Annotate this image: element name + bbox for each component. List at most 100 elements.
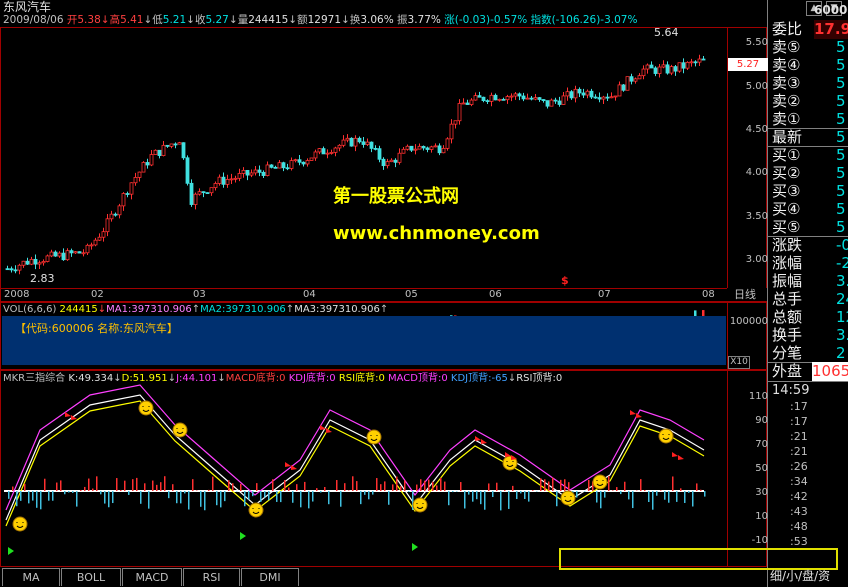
macd-bar (444, 481, 446, 491)
trade-time: 14:59 (772, 383, 810, 398)
signal-smiley-icon (592, 474, 608, 490)
tab-macd[interactable]: MACD (122, 568, 182, 586)
candle-body (73, 251, 78, 254)
quote-value: 2444 (836, 290, 848, 308)
current-price-tag: 5.27 (728, 58, 768, 71)
tab-ma[interactable]: MA (2, 568, 60, 586)
candle-body (409, 145, 414, 151)
candle-body (509, 95, 514, 98)
macd-bar (320, 491, 322, 493)
candle-body (165, 144, 170, 147)
candle-body (557, 100, 562, 105)
candle-body (37, 262, 42, 265)
quote-label: 卖③ (772, 74, 801, 92)
candle-body (437, 145, 442, 154)
candle-body (457, 103, 462, 122)
bottom-tabs[interactable]: 细/小/盘/资 (770, 570, 830, 583)
macd-bar (16, 491, 18, 507)
macd-bar (440, 477, 442, 491)
tab-rsi[interactable]: RSI (183, 568, 240, 586)
candle-body (473, 95, 478, 101)
candle-body (545, 100, 550, 107)
candle-body (569, 91, 574, 99)
candle-body (17, 264, 22, 271)
tab-dmi[interactable]: DMI (241, 568, 299, 586)
macd-bar (360, 491, 362, 505)
macd-bar (108, 491, 110, 508)
mkr-kdj-top: KDJ顶背:-65 (450, 373, 508, 384)
red-signal-icon (630, 410, 642, 418)
macd-bar (652, 491, 654, 510)
macd-bar (564, 479, 566, 491)
candle-body (101, 231, 106, 238)
candle-body (141, 162, 146, 173)
macd-bar (520, 491, 522, 494)
quote-row: 买④ 5 (770, 200, 848, 219)
quote-value: 5 (836, 92, 846, 110)
event-marker-icon[interactable]: $ (561, 274, 569, 287)
candle-body (693, 61, 698, 64)
macd-bar (128, 491, 130, 495)
candle-body (489, 94, 494, 102)
macd-bar (436, 485, 438, 491)
candle-body (465, 102, 470, 105)
macd-bar (376, 478, 378, 491)
quote-row: 总额 129 (770, 308, 848, 327)
macd-bar (492, 491, 494, 497)
quote-label: 买⑤ (772, 218, 801, 236)
candle-body (41, 261, 46, 264)
macd-bar (588, 479, 590, 491)
price-tick: 4.50 (745, 124, 768, 135)
candle-body (537, 97, 542, 100)
signal-smiley-icon (366, 429, 382, 445)
tab-boll[interactable]: BOLL (61, 568, 121, 586)
green-signal-icon (412, 543, 418, 551)
quote-row: 委比 17.9 (770, 20, 848, 39)
candle-body (469, 99, 474, 105)
candle-body (317, 148, 322, 153)
candle-body (9, 268, 14, 271)
candle-body (381, 158, 386, 167)
candle-body (669, 66, 674, 74)
date-label: 07 (598, 289, 611, 300)
macd-bar (204, 491, 206, 511)
macd-bar (632, 491, 634, 509)
turnover-value: 3.06% (360, 14, 394, 26)
candle-body (505, 96, 510, 101)
candle-body (301, 161, 306, 165)
macd-bar (252, 491, 254, 497)
quote-label: 卖② (772, 92, 801, 110)
candle-body (21, 260, 26, 266)
macd-bar (416, 484, 418, 491)
macd-bar (404, 480, 406, 491)
candle-body (133, 177, 138, 184)
quote-label: 涨幅 (772, 254, 803, 272)
macd-bar (60, 480, 62, 491)
candle-body (401, 148, 406, 154)
candle-body (249, 172, 254, 176)
macd-bar (340, 491, 342, 507)
macd-bar (68, 491, 70, 493)
macd-bar (328, 491, 330, 505)
macd-bar (392, 484, 394, 491)
quote-row: 卖⑤ 5 (770, 38, 848, 57)
macd-bar (260, 491, 262, 502)
quote-value: 5 (836, 74, 846, 92)
macd-bar (600, 491, 602, 509)
signal-smiley-icon (560, 490, 576, 506)
candle-body (49, 251, 54, 257)
candle-body (113, 213, 118, 216)
macd-bar (92, 488, 94, 491)
candle-body (93, 239, 98, 246)
macd-bar (300, 491, 302, 508)
period-label[interactable]: 日线 (734, 288, 756, 301)
candle-body (365, 141, 370, 145)
macd-bar (560, 479, 562, 491)
macd-bar (644, 490, 646, 491)
mkr-tick: -10 (751, 535, 768, 546)
macd-bar (524, 491, 526, 499)
macd-bar (256, 483, 258, 491)
candle-body (217, 176, 222, 184)
macd-bar (200, 491, 202, 507)
macd-bar (112, 491, 114, 504)
